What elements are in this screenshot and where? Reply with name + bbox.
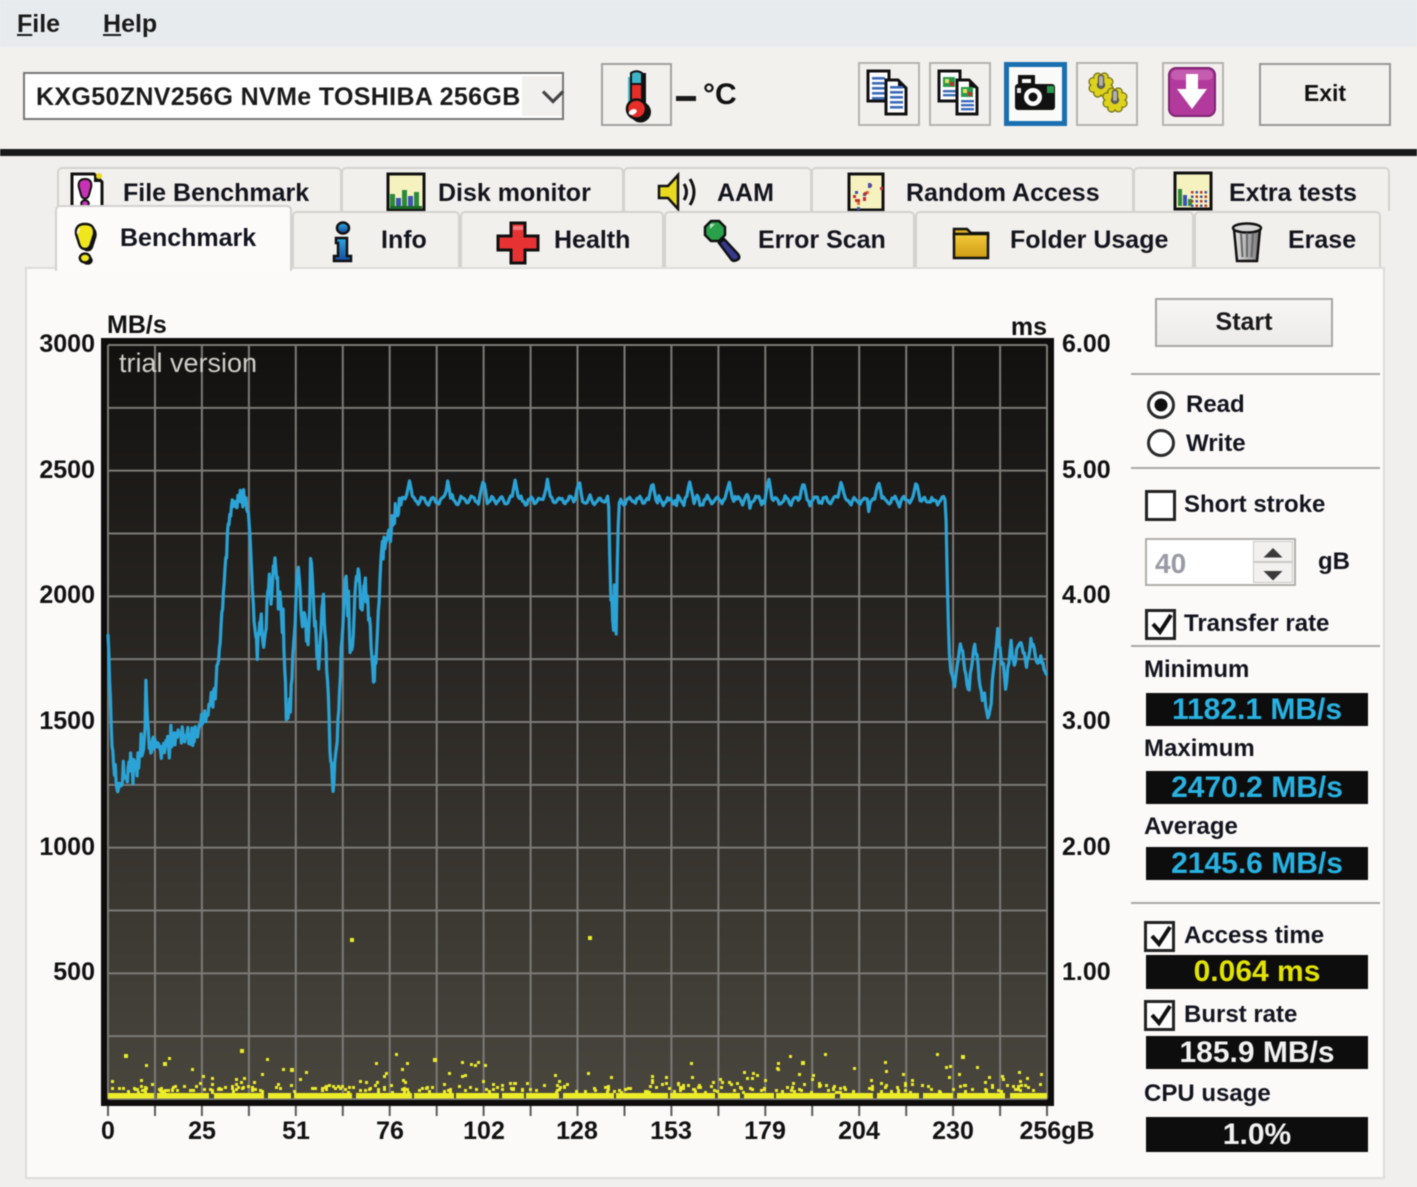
svg-text:trial version: trial version (119, 348, 257, 378)
